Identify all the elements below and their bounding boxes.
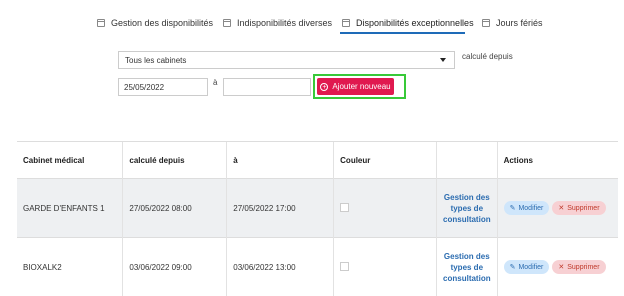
date-from-input[interactable]: 25/05/2022 [118,78,208,96]
date-to-input[interactable] [223,78,311,96]
color-checkbox[interactable] [340,262,349,271]
cell-actions: ✎Modifier✕Supprimer [497,238,618,296]
col-header-to: à [227,142,334,179]
calendar-icon [223,19,231,27]
close-icon: ✕ [558,263,564,271]
tab-label: Jours fériés [496,18,543,28]
calendar-icon [97,19,105,27]
calcule-depuis-label: calculé depuis [462,52,513,61]
tab-label: Gestion des disponibilités [111,18,213,28]
cabinet-select[interactable]: Tous les cabinets [118,51,455,69]
add-new-button[interactable]: + Ajouter nouveau [317,78,394,95]
tab-indisponibilites-diverses[interactable]: Indisponibilités diverses [223,12,332,34]
table-row: GARDE D'ENFANTS 1 27/05/2022 08:00 27/05… [17,179,618,238]
calendar-icon [342,19,350,27]
tab-gestion-disponibilites[interactable]: Gestion des disponibilités [97,12,213,34]
delete-button[interactable]: ✕Supprimer [552,260,605,274]
active-tab-indicator [340,32,465,34]
cell-from: 03/06/2022 09:00 [123,238,227,296]
availability-table: Cabinet médical calculé depuis à Couleur… [17,141,618,296]
delete-button[interactable]: ✕Supprimer [552,201,605,215]
col-header-cabinet: Cabinet médical [17,142,123,179]
consultation-types-link[interactable]: Gestion des types de consultation [437,179,498,238]
edit-label: Modifier [518,205,543,212]
delete-label: Supprimer [567,205,599,212]
cell-cabinet: GARDE D'ENFANTS 1 [17,179,123,238]
cell-cabinet: BIOXALK2 [17,238,123,296]
edit-label: Modifier [518,264,543,271]
close-icon: ✕ [558,204,564,212]
cell-color [334,179,437,238]
edit-button[interactable]: ✎Modifier [504,260,550,274]
col-header-color: Couleur [334,142,437,179]
cabinet-select-value: Tous les cabinets [125,56,186,65]
delete-label: Supprimer [567,264,599,271]
col-header-actions: Actions [497,142,618,179]
add-new-label: Ajouter nouveau [332,82,390,91]
plus-circle-icon: + [320,83,328,91]
tab-label: Indisponibilités diverses [237,18,332,28]
color-checkbox[interactable] [340,203,349,212]
calendar-icon [482,19,490,27]
edit-button[interactable]: ✎Modifier [504,201,550,215]
tab-disponibilites-exceptionnelles[interactable]: Disponibilités exceptionnelles [342,12,474,34]
cell-color [334,238,437,296]
add-button-highlight: + Ajouter nouveau [313,74,406,99]
cell-actions: ✎Modifier✕Supprimer [497,179,618,238]
cell-to: 03/06/2022 13:00 [227,238,334,296]
table-row: BIOXALK2 03/06/2022 09:00 03/06/2022 13:… [17,238,618,296]
col-header-from: calculé depuis [123,142,227,179]
pencil-icon: ✎ [510,204,516,212]
cell-to: 27/05/2022 17:00 [227,179,334,238]
tab-label: Disponibilités exceptionnelles [356,18,474,28]
cell-from: 27/05/2022 08:00 [123,179,227,238]
consultation-types-link[interactable]: Gestion des types de consultation [437,238,498,296]
table-header-row: Cabinet médical calculé depuis à Couleur… [17,142,618,179]
dropdown-arrow-icon [440,58,446,62]
pencil-icon: ✎ [510,263,516,271]
col-header-blank [437,142,498,179]
tab-bar: Gestion des disponibilités Indisponibili… [0,12,624,36]
a-label: à [213,78,217,87]
tab-jours-feries[interactable]: Jours fériés [482,12,543,34]
